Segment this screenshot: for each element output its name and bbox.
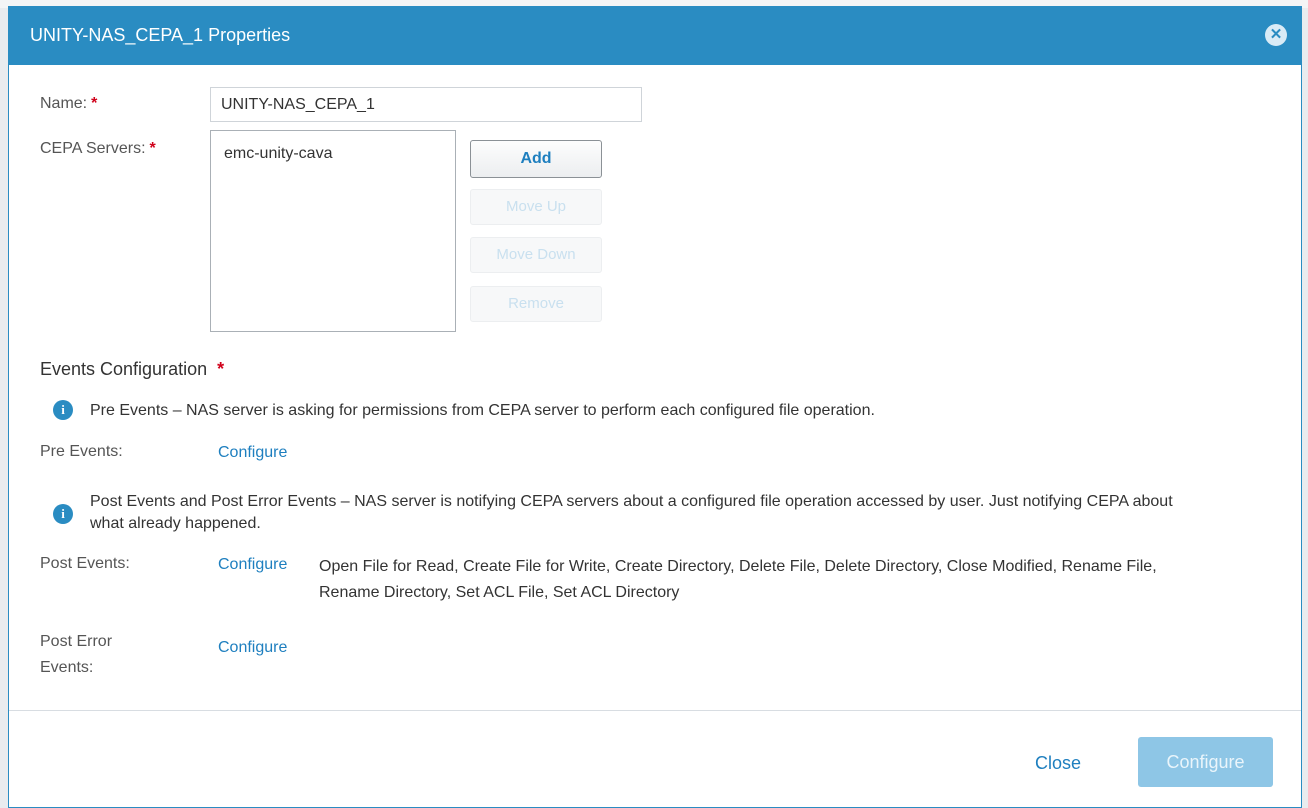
move-up-button[interactable]: Move Up	[470, 189, 602, 225]
post-events-list: Open File for Read, Create File for Writ…	[319, 558, 1157, 601]
close-icon[interactable]: ✕	[1265, 24, 1287, 46]
cepa-servers-label-text: CEPA Servers:	[40, 140, 146, 157]
add-button[interactable]: Add	[470, 140, 602, 178]
post-events-label: Post Events:	[40, 555, 130, 572]
info-icon: i	[53, 400, 73, 420]
list-item[interactable]: emc-unity-cava	[224, 145, 332, 163]
dialog-titlebar: UNITY-NAS_CEPA_1 Properties ✕	[9, 7, 1301, 65]
post-error-events-label-line2: Events:	[40, 659, 94, 676]
post-events-configure-link[interactable]: Configure	[218, 556, 287, 574]
cepa-servers-label: CEPA Servers: *	[40, 140, 156, 158]
dialog-title: UNITY-NAS_CEPA_1 Properties	[30, 25, 291, 45]
remove-button[interactable]: Remove	[470, 286, 602, 322]
post-error-events-configure-link[interactable]: Configure	[218, 639, 287, 657]
name-input[interactable]	[210, 87, 642, 122]
info-icon: i	[53, 504, 73, 524]
pre-events-configure-link[interactable]: Configure	[218, 444, 287, 462]
pre-events-label: Pre Events:	[40, 443, 123, 460]
required-mark: *	[91, 95, 98, 112]
required-mark: *	[217, 359, 225, 379]
move-down-button[interactable]: Move Down	[470, 237, 602, 273]
cepa-servers-list[interactable]: emc-unity-cava	[210, 130, 456, 332]
close-button[interactable]: Close	[1035, 753, 1081, 774]
name-label: Name: *	[40, 95, 97, 113]
configure-button[interactable]: Configure	[1138, 737, 1273, 787]
name-label-text: Name:	[40, 95, 88, 112]
required-mark: *	[149, 140, 156, 157]
events-configuration-title: Events Configuration *	[40, 359, 224, 380]
post-events-info: Post Events and Post Error Events – NAS …	[90, 493, 1173, 532]
events-configuration-title-text: Events Configuration	[40, 359, 208, 379]
properties-dialog: UNITY-NAS_CEPA_1 Properties ✕ Name:* CEP…	[8, 6, 1302, 808]
footer-divider	[9, 710, 1301, 711]
post-error-events-label: Post Error Events:	[40, 629, 112, 681]
post-error-events-label-line1: Post Error	[40, 633, 113, 650]
pre-events-info: Pre Events – NAS server is asking for pe…	[90, 402, 875, 419]
